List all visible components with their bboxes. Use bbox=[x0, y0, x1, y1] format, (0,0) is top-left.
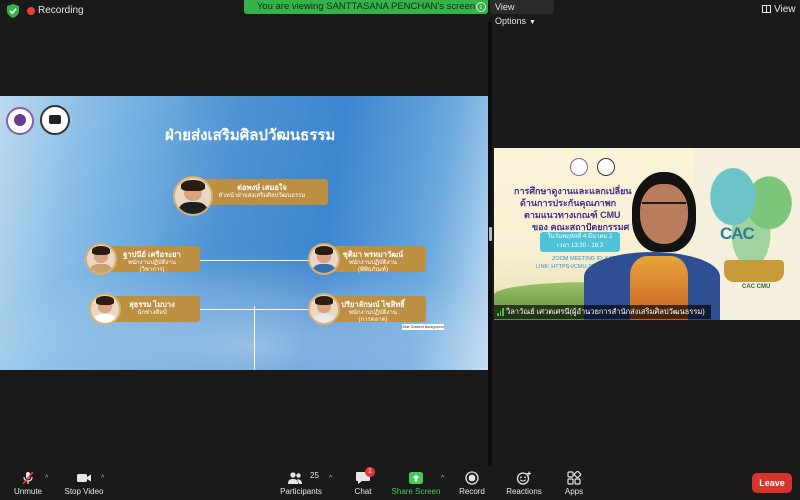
org-connector bbox=[200, 260, 310, 261]
art-center-logo bbox=[40, 105, 70, 135]
reactions-icon bbox=[516, 471, 531, 485]
record-icon bbox=[465, 471, 479, 485]
viewing-banner: You are viewing SANTTASANA PENCHAN's scr… bbox=[244, 0, 488, 14]
shared-screen-slide: ฝ่ายส่งเสริมศิลปวัฒนธรรม ต่อพงษ์ เสมอใจ … bbox=[0, 96, 488, 370]
chat-badge: 1 bbox=[365, 467, 375, 477]
reactions-button[interactable]: Reactions bbox=[502, 466, 546, 500]
staff-card: ฐาปนีย์ เครือระยา พนักงานปฏิบัติงาน (วิชา… bbox=[104, 246, 200, 273]
participant-person bbox=[584, 172, 720, 320]
pot-illustration bbox=[724, 260, 784, 282]
video-camera-icon bbox=[77, 474, 91, 482]
recording-icon bbox=[27, 7, 35, 15]
view-label: View bbox=[774, 4, 796, 15]
staff-card-head: ต่อพงษ์ เสมอใจ หัวหน้าฝ่ายส่งเสริมศิลปวั… bbox=[196, 179, 328, 205]
unmute-label: Unmute bbox=[13, 487, 42, 496]
stop-video-button[interactable]: Stop Video bbox=[60, 466, 108, 500]
view-options-label: View Options bbox=[495, 2, 527, 26]
chat-button[interactable]: 1 Chat bbox=[346, 466, 380, 500]
meeting-toolbar: Unmute ^ Stop Video ^ 25 Participants ^ bbox=[0, 466, 800, 500]
participants-button[interactable]: 25 Participants bbox=[276, 466, 326, 500]
apps-icon bbox=[567, 471, 582, 485]
slide-watermark: Blue Gradient Background bbox=[402, 324, 444, 330]
staff-photo bbox=[308, 293, 340, 325]
audio-options-caret[interactable]: ^ bbox=[45, 475, 48, 482]
audio-signal-icon bbox=[497, 308, 504, 316]
video-options-caret[interactable]: ^ bbox=[101, 475, 104, 482]
top-bar: Recording You are viewing SANTTASANA PEN… bbox=[0, 0, 800, 26]
participants-icon bbox=[288, 472, 302, 484]
shield-icon[interactable] bbox=[7, 4, 19, 18]
split-handle[interactable] bbox=[489, 227, 492, 241]
grid-view-icon bbox=[762, 5, 771, 13]
slide-title: ฝ่ายส่งเสริมศิลปวัฒนธรรม bbox=[165, 127, 336, 144]
university-logo bbox=[6, 107, 34, 135]
view-button[interactable]: View bbox=[762, 4, 796, 15]
cac-cmu-text: CAC CMU bbox=[742, 284, 771, 290]
chevron-down-icon: ▼ bbox=[529, 19, 536, 26]
staff-position: หัวหน้าฝ่ายส่งเสริมศิลปวัฒนธรรม bbox=[218, 193, 306, 199]
record-button[interactable]: Record bbox=[454, 466, 490, 500]
zoom-meeting-window: Recording You are viewing SANTTASANA PEN… bbox=[0, 0, 800, 500]
staff-photo bbox=[89, 293, 121, 325]
apps-label: Apps bbox=[564, 487, 584, 496]
staff-position: พนักงานปฏิบัติงาน (วิชาการ) bbox=[127, 260, 177, 273]
share-screen-label: Share Screen bbox=[391, 487, 441, 496]
share-screen-icon bbox=[409, 472, 423, 484]
org-connector bbox=[254, 306, 255, 370]
leave-button[interactable]: Leave bbox=[752, 473, 792, 493]
stop-video-label: Stop Video bbox=[64, 487, 104, 496]
microphone-muted-icon bbox=[22, 471, 34, 485]
staff-photo bbox=[308, 243, 340, 275]
participant-video[interactable]: การศึกษาดูงานและแลกเปลี่ยน ด้านการประกัน… bbox=[494, 148, 800, 320]
reactions-label: Reactions bbox=[506, 487, 542, 496]
info-icon[interactable]: i bbox=[476, 2, 486, 12]
participant-name-tag: วิลาวัณย์ เศวตเศรนี(ผู้อำนวยการสำนักส่งเ… bbox=[494, 305, 711, 319]
chat-label: Chat bbox=[354, 487, 372, 496]
view-options-button[interactable]: View Options ▼ bbox=[490, 0, 554, 26]
record-label: Record bbox=[459, 487, 485, 496]
participants-label: Participants bbox=[280, 487, 322, 496]
staff-photo bbox=[85, 243, 117, 275]
split-divider[interactable] bbox=[488, 22, 492, 466]
cac-logo-text: CAC bbox=[720, 224, 755, 243]
staff-photo bbox=[173, 176, 213, 216]
participants-count: 25 bbox=[310, 471, 319, 480]
org-connector bbox=[200, 309, 310, 310]
participants-options-caret[interactable]: ^ bbox=[329, 475, 332, 482]
unmute-button[interactable]: Unmute bbox=[8, 466, 48, 500]
recording-label[interactable]: Recording bbox=[38, 5, 84, 16]
share-screen-button[interactable]: Share Screen bbox=[390, 466, 442, 500]
apps-button[interactable]: Apps bbox=[558, 466, 590, 500]
share-options-caret[interactable]: ^ bbox=[441, 475, 444, 482]
